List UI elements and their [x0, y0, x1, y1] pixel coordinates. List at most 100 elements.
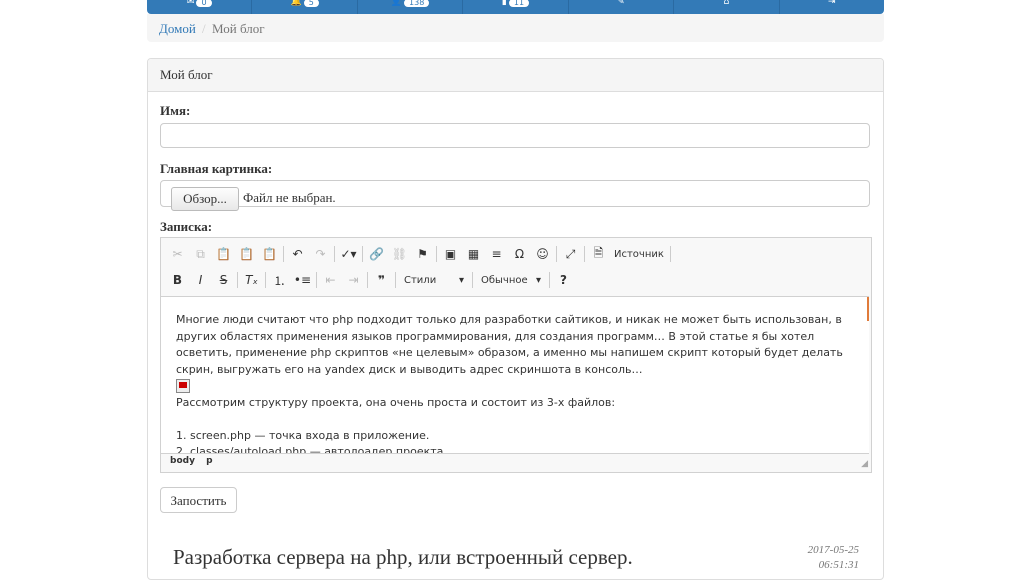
bold-icon[interactable]: B: [166, 273, 189, 287]
bulleted-list-icon[interactable]: •≡: [291, 273, 314, 287]
editor-toolbar-row-1: ✂ ⧉ 📋 📋 📋 ↶ ↷ ✓▾ 🔗 ⛓ ⚑ ▣ ▦ ≡ Ω ☺ ⤢ 🗎 Ист…: [166, 243, 673, 265]
nav-logout[interactable]: ⇥: [780, 0, 884, 14]
post-date-time: 06:51:31: [818, 559, 859, 571]
strikethrough-icon[interactable]: S: [212, 273, 235, 287]
outdent-icon[interactable]: ⇤: [319, 273, 342, 287]
resize-handle-icon[interactable]: ◢: [861, 459, 868, 469]
submit-post-button[interactable]: Запостить: [160, 487, 237, 513]
toolbar-separator: [334, 246, 335, 262]
nav-badge: 11: [508, 0, 530, 7]
note-label: Записка:: [160, 219, 213, 234]
file-status: Файл не выбран.: [243, 190, 336, 205]
chevron-down-icon: ▾: [535, 274, 541, 286]
source-button[interactable]: Источник: [610, 249, 668, 260]
nav-badge: 0: [196, 0, 212, 7]
breadcrumb-home-link[interactable]: Домой: [159, 21, 196, 37]
image-icon[interactable]: ▣: [439, 247, 462, 261]
post-date: 2017-05-25 06:51:31: [808, 543, 859, 573]
styles-dropdown[interactable]: Стили ▾: [398, 275, 470, 286]
special-char-icon[interactable]: Ω: [508, 247, 531, 261]
paste-icon[interactable]: 📋: [212, 247, 235, 261]
chevron-down-icon: ▾: [458, 274, 464, 286]
copy-icon[interactable]: ⧉: [189, 247, 212, 262]
path-p[interactable]: p: [206, 456, 212, 466]
italic-icon[interactable]: I: [189, 273, 212, 287]
image-file-input: Обзор... Файл не выбран.: [160, 180, 870, 211]
toolbar-separator: [367, 272, 368, 288]
nav-messages[interactable]: ✉ 0: [147, 0, 253, 14]
toolbar-separator: [549, 272, 550, 288]
format-dropdown-label: Обычное: [481, 274, 528, 286]
nav-write[interactable]: ✎: [569, 0, 675, 14]
path-body[interactable]: body: [170, 456, 195, 466]
maximize-icon[interactable]: ⤢: [559, 247, 582, 262]
styles-dropdown-label: Стили: [404, 274, 437, 286]
source-icon[interactable]: 🗎: [587, 244, 610, 265]
nav-notifications[interactable]: 🔔 5: [252, 0, 358, 14]
toolbar-separator: [472, 272, 473, 288]
toolbar-separator: [436, 246, 437, 262]
content-list-item: 1. screen.php — точка входа в приложение…: [176, 428, 430, 442]
toolbar-separator: [362, 246, 363, 262]
content-paragraph: Многие люди считают что php подходит тол…: [176, 313, 843, 376]
logout-icon: ⇥: [827, 0, 836, 7]
breadcrumb-current: Мой блог: [212, 21, 265, 36]
document-icon: ▮: [501, 0, 507, 7]
nav-badge: 138: [404, 0, 430, 7]
image-label: Главная картинка:: [160, 161, 273, 176]
content-paragraph: Рассмотрим структуру проекта, она очень …: [176, 395, 616, 409]
table-icon[interactable]: ▦: [462, 247, 485, 261]
cut-icon[interactable]: ✂: [166, 247, 189, 261]
users-icon: 👤: [390, 0, 403, 7]
scrollbar[interactable]: [867, 297, 869, 321]
post-date-day: 2017-05-25: [807, 544, 859, 556]
breadcrumb: Домой / Мой блог: [147, 14, 884, 42]
toolbar-separator: [395, 272, 396, 288]
unlink-icon[interactable]: ⛓: [388, 247, 411, 261]
nav-users[interactable]: 👤 138: [358, 0, 464, 14]
redo-icon[interactable]: ↷: [309, 247, 332, 261]
toolbar-separator: [584, 246, 585, 262]
nav-badge: 5: [303, 0, 319, 7]
pencil-icon: ✎: [617, 0, 625, 7]
toolbar-separator: [283, 246, 284, 262]
editor-content[interactable]: Многие люди считают что php подходит тол…: [161, 296, 869, 454]
spellcheck-icon[interactable]: ✓▾: [337, 247, 360, 261]
undo-icon[interactable]: ↶: [286, 247, 309, 261]
smiley-icon[interactable]: ☺: [531, 247, 554, 261]
file-browse-button[interactable]: Обзор...: [171, 187, 239, 211]
content-list-item: 2. classes/autoload.php — автолоадер про…: [176, 445, 447, 454]
bell-icon: 🔔: [290, 0, 302, 7]
panel-title: Мой блог: [148, 59, 883, 92]
link-icon[interactable]: 🔗: [365, 247, 388, 261]
breadcrumb-separator: /: [202, 21, 206, 36]
paste-text-icon[interactable]: 📋: [235, 247, 258, 261]
format-dropdown[interactable]: Обычное ▾: [475, 275, 547, 286]
nav-documents[interactable]: ▮ 11: [463, 0, 569, 14]
paste-word-icon[interactable]: 📋: [258, 247, 281, 261]
anchor-flag-icon[interactable]: ⚑: [411, 247, 434, 261]
nav-home[interactable]: ⌂: [674, 0, 780, 14]
name-input[interactable]: [160, 123, 870, 148]
toolbar-separator: [237, 272, 238, 288]
home-icon: ⌂: [723, 0, 730, 7]
toolbar-separator: [265, 272, 266, 288]
horizontal-line-icon[interactable]: ≡: [485, 247, 508, 261]
toolbar-separator: [669, 246, 671, 262]
numbered-list-icon[interactable]: ⒈: [268, 272, 291, 289]
name-label: Имя:: [160, 103, 191, 118]
remove-format-icon[interactable]: Tₓ: [240, 273, 263, 287]
help-icon[interactable]: ?: [552, 273, 575, 287]
post-title[interactable]: Разработка сервера на php, или встроенны…: [173, 545, 633, 570]
blog-panel: Мой блог Имя: Главная картинка: Обзор...…: [147, 58, 884, 580]
editor-toolbar-row-2: B I S Tₓ ⒈ •≡ ⇤ ⇥ ❞ Стили ▾ Обычное ▾ ?: [166, 269, 575, 291]
toolbar-separator: [556, 246, 557, 262]
top-navbar: ✉ 0 🔔 5 👤 138 ▮ 11 ✎ ⌂ ⇥: [147, 0, 884, 14]
rich-text-editor: ✂ ⧉ 📋 📋 📋 ↶ ↷ ✓▾ 🔗 ⛓ ⚑ ▣ ▦ ≡ Ω ☺ ⤢ 🗎 Ист…: [160, 237, 872, 473]
anchor-flag-icon: [176, 379, 190, 393]
indent-icon[interactable]: ⇥: [342, 273, 365, 287]
blockquote-icon[interactable]: ❞: [370, 273, 393, 287]
element-path: body p: [170, 456, 221, 466]
mail-icon: ✉: [186, 0, 195, 7]
toolbar-separator: [316, 272, 317, 288]
